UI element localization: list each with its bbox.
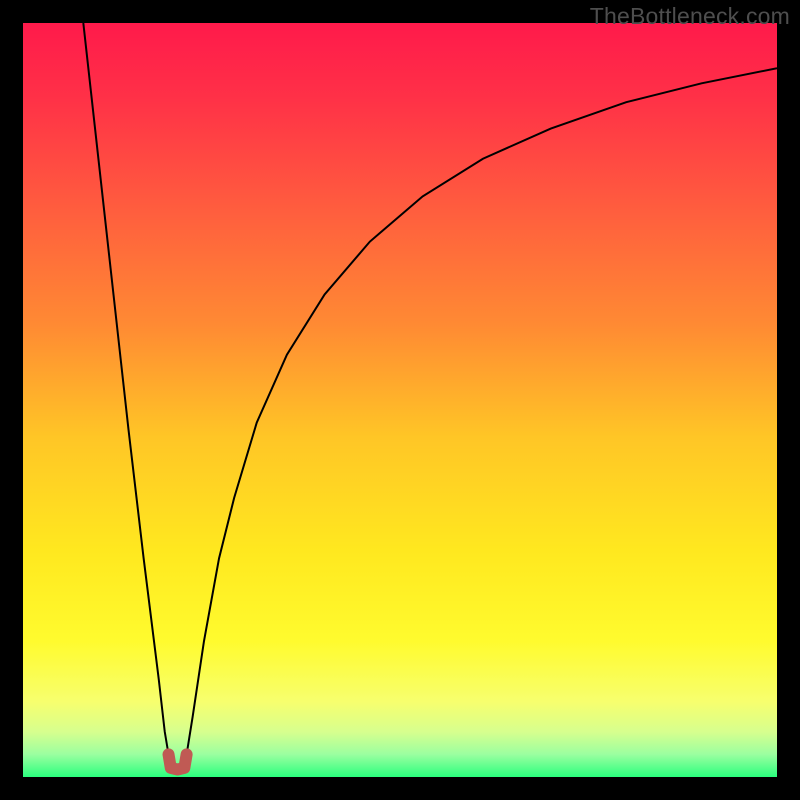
watermark-text: TheBottleneck.com	[590, 3, 790, 30]
chart-frame	[23, 23, 777, 777]
chart-background	[23, 23, 777, 777]
chart-svg	[23, 23, 777, 777]
